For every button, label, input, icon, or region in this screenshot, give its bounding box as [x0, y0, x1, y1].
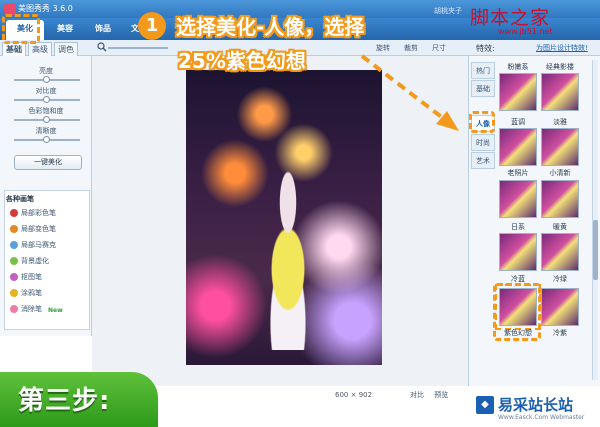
- status-buttons: 对比 预览: [372, 390, 448, 400]
- user-name[interactable]: 胡桃夹子: [434, 6, 462, 16]
- brand-url: www.jb51.net: [498, 27, 553, 36]
- saturation-knob[interactable]: [43, 116, 50, 123]
- sharpness-knob[interactable]: [43, 136, 50, 143]
- crop-button[interactable]: 裁剪: [404, 43, 418, 53]
- effect-label: 日系: [511, 223, 525, 231]
- brush-item[interactable]: 抠图笔: [10, 272, 42, 284]
- highlight-beautify-tab: [2, 14, 40, 44]
- effect-thumb[interactable]: [541, 180, 579, 218]
- resize-button[interactable]: 尺寸: [432, 43, 446, 53]
- site-name: 易采站长站: [498, 396, 574, 414]
- zoom-icon[interactable]: [97, 42, 107, 52]
- effect-thumb[interactable]: [499, 180, 537, 218]
- site-logo-icon: ◆: [476, 396, 494, 414]
- brand-watermark: 脚本之家: [470, 7, 551, 29]
- brush-item[interactable]: 局部变色笔: [10, 224, 56, 236]
- effect-thumb[interactable]: [499, 73, 537, 111]
- annotation-line-2: 25%紫色幻想: [178, 49, 306, 73]
- effect-thumb[interactable]: [541, 288, 579, 326]
- mosaic-brush-icon: [10, 241, 18, 249]
- effect-thumb[interactable]: [541, 233, 579, 271]
- preview-button[interactable]: 预览: [434, 391, 448, 399]
- sharpness-label: 清晰度: [35, 127, 57, 135]
- app-title: 美图秀秀 3.6.0: [18, 4, 73, 13]
- effect-label: 粉嫩系: [507, 63, 529, 71]
- site-url: Www.Easck.Com Webmaster: [498, 414, 585, 421]
- tab-accessory[interactable]: 饰品: [84, 20, 122, 40]
- one-key-beautify-button[interactable]: 一键美化: [14, 155, 82, 170]
- category-art[interactable]: 艺术: [471, 152, 495, 169]
- brightness-label: 亮度: [39, 67, 53, 75]
- effect-label: 暖黄: [553, 223, 567, 231]
- effect-label: 经典影楼: [546, 63, 574, 71]
- effect-label: 蓝调: [511, 118, 525, 126]
- category-hot[interactable]: 热门: [471, 62, 495, 79]
- category-basic[interactable]: 基础: [471, 80, 495, 97]
- photo-subject: [248, 170, 328, 350]
- new-badge: New: [48, 307, 63, 314]
- brush-panel-title: 各种画笔: [6, 195, 34, 203]
- effect-label: 淡雅: [553, 118, 567, 126]
- annotation-line-1: 选择美化-人像，选择: [176, 15, 365, 39]
- subtab-advanced[interactable]: 高级: [28, 42, 52, 56]
- rotate-button[interactable]: 旋转: [376, 43, 390, 53]
- color-brush-icon: [10, 209, 18, 217]
- effect-thumb[interactable]: [499, 128, 537, 166]
- category-fashion[interactable]: 时尚: [471, 134, 495, 151]
- effects-scroll-thumb[interactable]: [593, 220, 598, 280]
- effect-thumb[interactable]: [541, 73, 579, 111]
- doodle-icon: [10, 289, 18, 297]
- effect-label: 冷绿: [553, 275, 567, 283]
- brush-item[interactable]: 涂鸦笔: [10, 288, 42, 300]
- effect-label: 小清新: [549, 169, 571, 177]
- highlight-portrait-tab: [469, 111, 495, 133]
- compare-button[interactable]: 对比: [410, 391, 424, 399]
- effect-thumb[interactable]: [541, 128, 579, 166]
- saturation-label: 色彩饱和度: [28, 107, 64, 115]
- effect-label: 老照片: [507, 169, 529, 177]
- contrast-label: 对比度: [35, 87, 57, 95]
- brush-item[interactable]: 局部马赛克: [10, 240, 56, 252]
- subtab-color[interactable]: 调色: [54, 42, 78, 56]
- effects-link[interactable]: 为图片设计特效!: [536, 43, 588, 53]
- effect-thumb[interactable]: [499, 233, 537, 271]
- image-size: 600 × 902: [335, 391, 373, 399]
- zoom-slider[interactable]: [108, 47, 168, 49]
- blur-icon: [10, 257, 18, 265]
- recolor-brush-icon: [10, 225, 18, 233]
- brush-item[interactable]: 背景虚化: [10, 256, 49, 268]
- highlight-purple-effect: [493, 283, 541, 341]
- step-title: 第三步:: [18, 386, 111, 416]
- step-number-badge: 1: [138, 12, 166, 40]
- brush-item[interactable]: 消除笔: [10, 304, 42, 316]
- tab-face[interactable]: 美容: [46, 20, 84, 40]
- effects-header: 特效:: [476, 44, 495, 53]
- eraser-icon: [10, 305, 18, 313]
- brush-item[interactable]: 局部彩色笔: [10, 208, 56, 220]
- effect-label: 冷紫: [553, 329, 567, 337]
- contrast-knob[interactable]: [43, 96, 50, 103]
- cutout-icon: [10, 273, 18, 281]
- brightness-knob[interactable]: [43, 76, 50, 83]
- subtab-basic[interactable]: 基础: [2, 42, 26, 56]
